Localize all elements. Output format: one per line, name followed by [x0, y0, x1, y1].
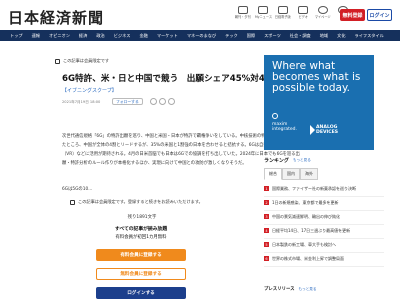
digital-icon[interactable]: 日経電子版 — [275, 6, 291, 20]
lock-icon — [70, 199, 75, 205]
list-item[interactable]: 3 中国の景気減速鮮明、輸出の伸び鈍化 — [264, 211, 384, 225]
print-icon[interactable] — [168, 98, 175, 105]
advertisement[interactable]: Where what becomes what is possible toda… — [264, 55, 374, 150]
ranking-header: ランキング もっと見る — [264, 158, 311, 164]
nav-item[interactable]: 国際 — [247, 33, 255, 39]
members-only-badge: この記事は会員限定です — [55, 58, 109, 64]
nav-item[interactable]: マーケット — [157, 33, 178, 39]
nav-item[interactable]: 政治 — [96, 33, 104, 39]
press-more-link[interactable]: もっと見る — [299, 287, 317, 292]
free-register-button[interactable]: 無料会員に登録する — [96, 268, 186, 280]
ranking-tabs: 総合 国内 海外 — [264, 168, 318, 180]
nav-item[interactable]: オピニオン — [49, 33, 70, 39]
article-truncated: 6Gは5Gの10... — [62, 187, 93, 192]
ad-adi-text: ANALOG DEVICES — [316, 125, 339, 135]
nav-item[interactable]: テック — [225, 33, 238, 39]
nav-item[interactable]: トップ — [10, 33, 23, 39]
lock-icon — [55, 58, 60, 64]
login-button[interactable]: ログイン — [367, 9, 392, 21]
nav-item[interactable]: 金融 — [139, 33, 147, 39]
nav-item[interactable]: ビジネス — [114, 33, 131, 39]
list-item[interactable]: 4 日経平均14日、17日三週ぶり最高値を更新 — [264, 225, 384, 239]
adi-logo-icon — [310, 125, 315, 135]
subscribe-button[interactable]: 有料会員に登録する — [96, 249, 186, 261]
newspaper-icon[interactable]: 朝刊・夕刊 — [235, 6, 251, 20]
article-subtitle: 【イブニングスクープ】 — [62, 88, 117, 94]
list-item[interactable]: 6 世界の株式市場、米金利上昇で調整局面 — [264, 253, 384, 267]
ad-headline: Where what becomes what is possible toda… — [272, 60, 361, 94]
tab-domestic[interactable]: 国内 — [282, 168, 300, 180]
paywall-info: この記事は会員限定です。登録すると続きをお読みいただけます。 — [70, 199, 203, 205]
list-item[interactable]: 2 1日の新規感染、東京都で最多を更新 — [264, 197, 384, 211]
paywall-lead: すべての記事が読み放題 — [114, 227, 168, 232]
list-item[interactable]: 1 国際業務、ファイザー社の新薬承認を巡り決断 — [264, 183, 384, 197]
header-icons: 朝刊・夕刊 Myニュース 日経電子版 ビデオ マイページ 検索 — [235, 6, 351, 20]
maxim-logo-icon — [272, 113, 278, 119]
site-logo[interactable]: 日本経済新聞 — [8, 7, 104, 28]
tab-overseas[interactable]: 海外 — [300, 168, 318, 180]
nav-item[interactable]: 経済 — [79, 33, 87, 39]
ranking-more-link[interactable]: もっと見る — [293, 158, 311, 163]
follow-button[interactable]: フォローする — [112, 98, 143, 105]
save-icon[interactable] — [150, 98, 157, 105]
paywall-offer: 有料会員が初回1カ月無料 — [115, 235, 167, 240]
user-icon[interactable]: マイページ — [315, 6, 331, 20]
article-title: 6G特許、米・日と中国で競う 出願シェア45%対40% — [62, 74, 280, 84]
nav-item[interactable]: 社会・調査 — [290, 33, 311, 39]
nav-item[interactable]: 速報 — [32, 33, 40, 39]
press-release-header: プレスリリース もっと見る — [264, 286, 317, 293]
list-item[interactable]: 5 日本製鉄の新工場、車大手も検討へ — [264, 239, 384, 253]
nav-item[interactable]: 地域 — [320, 33, 328, 39]
site-header: 日本経済新聞 朝刊・夕刊 Myニュース 日経電子版 ビデオ マイページ 検索 無… — [0, 0, 400, 28]
article-date: 2021年7月19日 18:00 — [62, 100, 101, 104]
register-button[interactable]: 無料登録 — [340, 9, 365, 21]
share-actions — [150, 98, 175, 105]
main-nav: トップ 速報 オピニオン 経済 政治 ビジネス 金融 マーケット マネーのまなび… — [0, 30, 400, 41]
share-icon[interactable] — [159, 98, 166, 105]
tab-all[interactable]: 総合 — [264, 168, 282, 180]
ad-maxim-text: maxim integrated. — [272, 122, 297, 132]
nav-item[interactable]: マネーのまなび — [187, 33, 216, 39]
paywall-login-button[interactable]: ログインする — [96, 287, 186, 299]
my-news-icon[interactable]: Myニュース — [254, 6, 272, 20]
nav-item[interactable]: ライフスタイル — [355, 33, 384, 39]
ranking-list: 1 国際業務、ファイザー社の新薬承認を巡り決断 2 1日の新規感染、東京都で最多を更… — [264, 183, 384, 267]
nav-item[interactable]: 文化 — [337, 33, 345, 39]
nav-item[interactable]: スポーツ — [264, 33, 281, 39]
video-icon[interactable]: ビデオ — [295, 6, 311, 20]
